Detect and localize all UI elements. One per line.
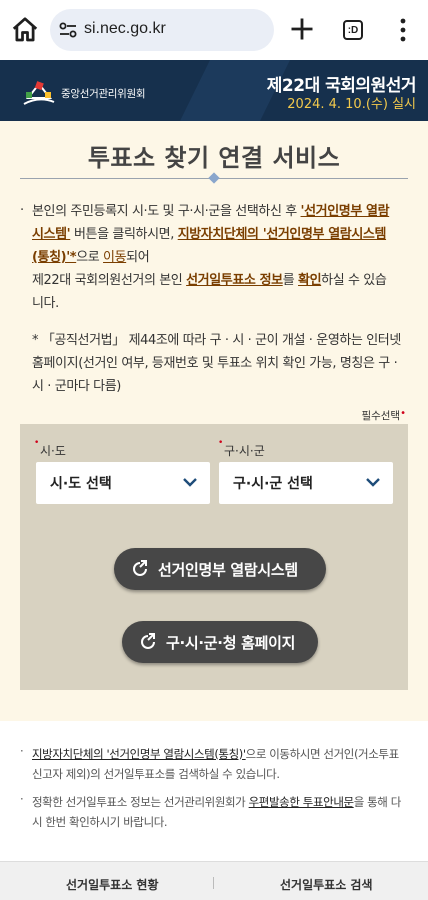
gusigun-select[interactable]: 구·시·군 선택 [219, 462, 393, 504]
required-note: 필수선택• [361, 408, 406, 422]
site-settings-icon[interactable] [58, 20, 78, 40]
sido-select-value: 시·도 선택 [50, 476, 112, 492]
gusigun-label: • 구·시·군 [218, 438, 265, 458]
tab-switcher-button[interactable]: :D [343, 20, 363, 40]
footer-divider [213, 877, 214, 889]
local-homepage-button[interactable]: 구·시·군·청 홈페이지 [122, 621, 318, 663]
sido-select[interactable]: 시·도 선택 [36, 462, 210, 504]
info-note-1: 지방자치단체의 '선거인명부 열람시스템(통칭)'으로 이동하시면 선거인(거소… [32, 747, 399, 781]
search-form: • 시·도 • 구·시·군 시·도 선택 구·시·군 선택 선거인명부 열람시스템 … [20, 424, 408, 690]
external-link-icon [141, 633, 155, 649]
voter-registry-button[interactable]: 선거인명부 열람시스템 [114, 548, 326, 590]
nec-logo-icon[interactable] [22, 78, 56, 108]
local-homepage-button-label: 구·시·군·청 홈페이지 [166, 634, 296, 652]
chevron-down-icon [183, 478, 197, 487]
footnote-text: * 「공직선거법」 제44조에 따라 구 · 시 · 군이 개설 · 운영하는 … [32, 333, 401, 394]
external-link-icon [133, 560, 147, 576]
intro-text: 본인의 주민등록지 시·도 및 구·시·군을 선택하신 후 '선거인명부 열람시… [32, 204, 390, 311]
new-tab-icon[interactable] [288, 15, 316, 43]
bullet-icon: · [20, 744, 24, 758]
mailed-notice-link[interactable]: 우편발송한 투표안내문 [249, 795, 354, 809]
info-note-2: 정확한 선거일투표소 정보는 선거관리위원회가 우편발송한 투표안내문을 통해 … [32, 795, 401, 829]
address-bar[interactable]: si.nec.go.kr [50, 9, 274, 51]
tab-polling-status[interactable]: 선거일투표소 현황 [66, 876, 159, 893]
bullet-icon: · [20, 792, 24, 806]
chevron-down-icon [366, 478, 380, 487]
home-icon[interactable] [10, 15, 40, 45]
info-notes [0, 721, 428, 861]
local-gov-system-link[interactable]: 지방자치단체의 '선거인명부 열람시스템(통칭)' [32, 747, 246, 761]
bullet-icon: · [20, 203, 25, 218]
page-title: 투표소 찾기 연결 서비스 [87, 144, 341, 172]
url-text[interactable]: si.nec.go.kr [84, 20, 166, 38]
more-menu-icon[interactable] [395, 16, 411, 44]
gusigun-select-value: 구·시·군 선택 [233, 476, 313, 492]
org-name[interactable]: 중앙선거관리위원회 [61, 86, 146, 101]
footer-tabs: 선거일투표소 현황 선거일투표소 검색 [0, 861, 428, 900]
sido-label: • 시·도 [34, 438, 66, 458]
browser-toolbar: si.nec.go.kr :D [0, 0, 428, 60]
election-date: 2024. 4. 10.(수) 실시 [287, 97, 416, 112]
tab-polling-search[interactable]: 선거일투표소 검색 [280, 876, 373, 893]
voter-registry-button-label: 선거인명부 열람시스템 [158, 561, 298, 579]
